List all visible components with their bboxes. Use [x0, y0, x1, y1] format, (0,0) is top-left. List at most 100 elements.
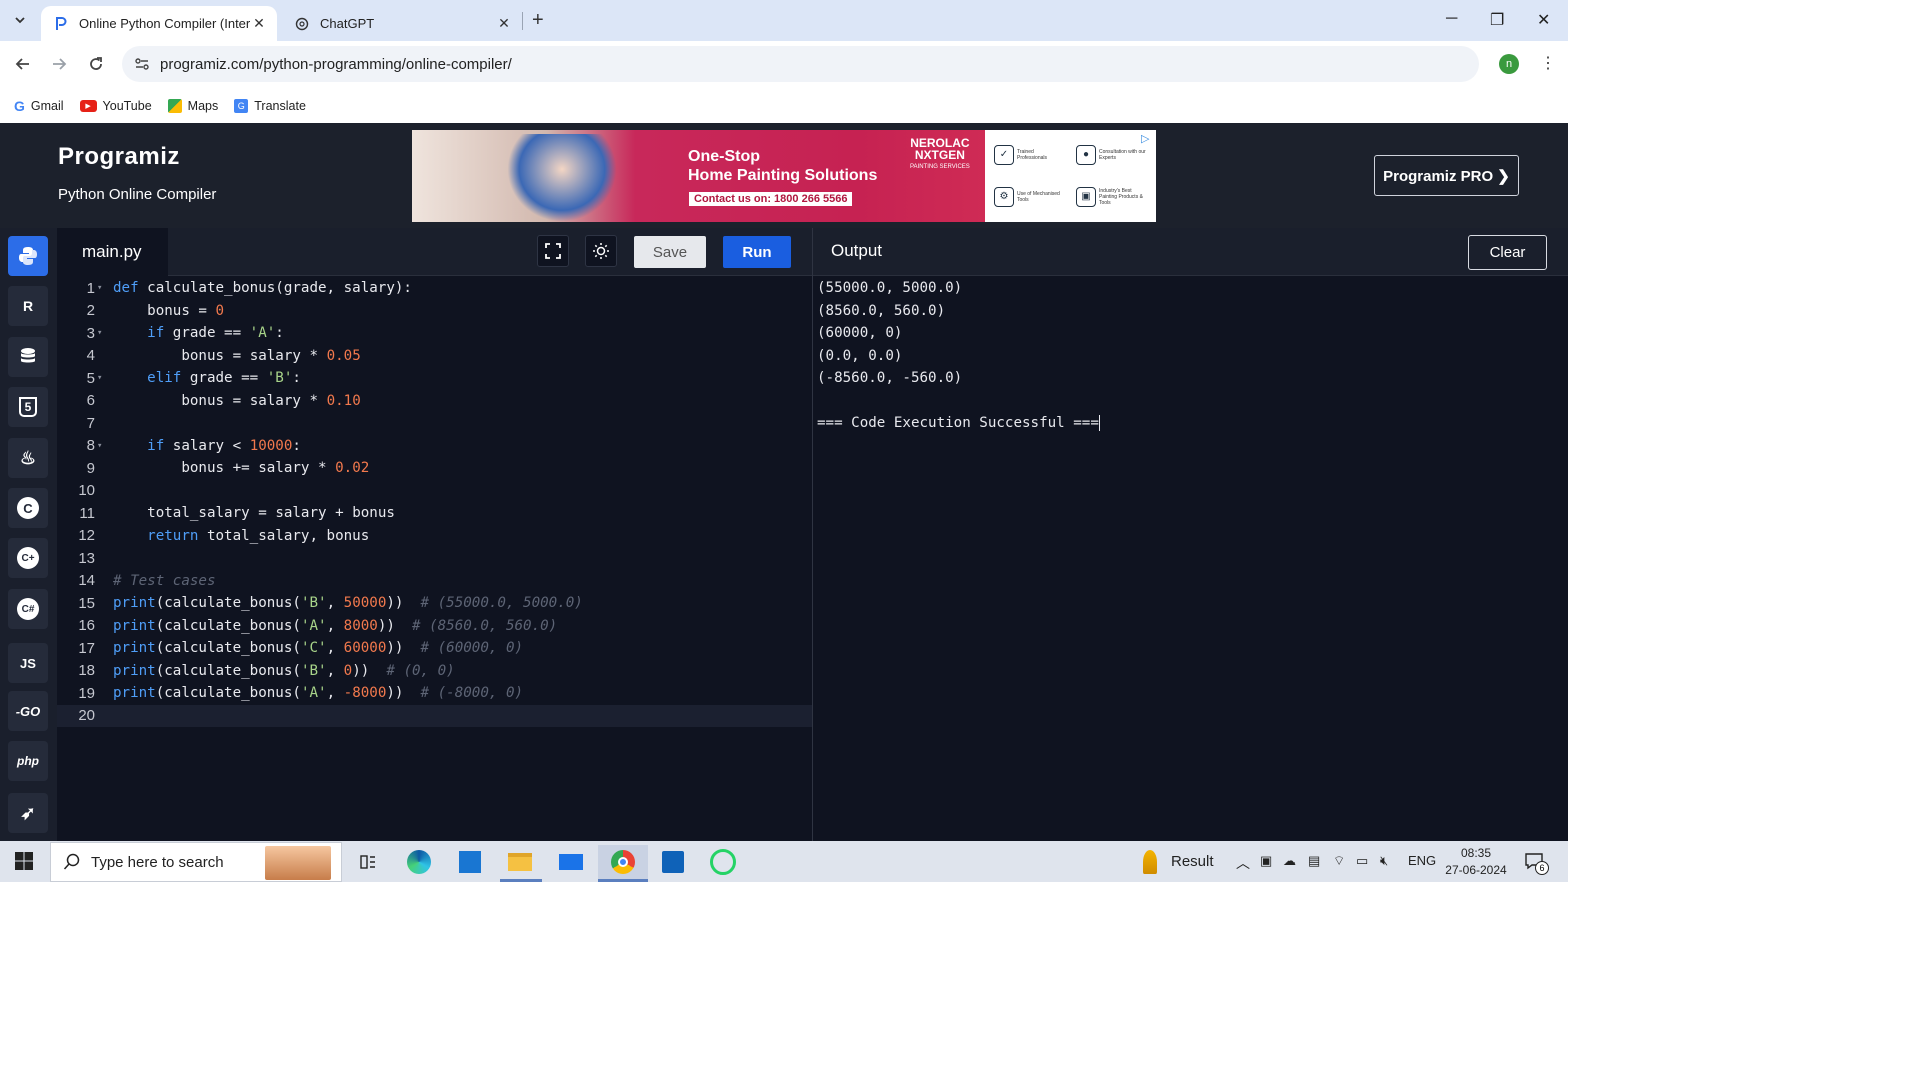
code-token: 'B' [266, 370, 293, 387]
whatsapp-icon[interactable] [703, 845, 743, 879]
code-line[interactable]: 8 ▾ if salary < 10000: [57, 435, 812, 458]
menu-kebab-icon[interactable]: ⋮ [1540, 53, 1556, 73]
fold-arrow-icon[interactable]: ▾ [95, 373, 113, 383]
fold-arrow-icon[interactable]: ▾ [95, 441, 113, 451]
fullscreen-button[interactable] [537, 235, 569, 267]
programiz-logo[interactable]: Programiz [58, 143, 180, 171]
code-line[interactable]: 12 return total_salary, bonus [57, 525, 812, 548]
code-line[interactable]: 10 [57, 480, 812, 503]
battery-icon[interactable]: ▭ [1356, 853, 1368, 869]
advertisement-banner[interactable]: One-Stop Home Painting Solutions Contact… [412, 130, 1156, 222]
code-line[interactable]: 6 bonus = salary * 0.10 [57, 390, 812, 413]
lang-go[interactable]: -GO [8, 691, 48, 731]
code-line[interactable]: 14 # Test cases [57, 570, 812, 593]
code-line[interactable]: 2 bonus = 0 [57, 300, 812, 323]
code-line[interactable]: 5 ▾ elif grade == 'B': [57, 367, 812, 390]
meet-icon[interactable]: ▣ [1260, 853, 1272, 869]
code-line[interactable]: 4 bonus = salary * 0.05 [57, 345, 812, 368]
close-window-button[interactable]: ✕ [1537, 10, 1550, 30]
windows-start-icon[interactable] [14, 851, 34, 874]
programiz-pro-button[interactable]: Programiz PRO ❯ [1374, 155, 1519, 196]
tab-chatgpt[interactable]: ChatGPT ✕ [282, 6, 522, 41]
clock[interactable]: 08:35 27-06-2024 [1444, 845, 1508, 879]
search-highlight-image [265, 846, 331, 880]
lang-html[interactable]: 5 [8, 387, 48, 427]
lang-c[interactable]: C [8, 488, 48, 528]
run-button[interactable]: Run [723, 236, 791, 268]
notification-icon[interactable]: 6 [1524, 852, 1549, 875]
code-line[interactable]: 7 [57, 412, 812, 435]
code-line[interactable]: 20 [57, 704, 812, 727]
code-line[interactable]: 19 print (calculate_bonus('A', -8000)) # (… [57, 682, 812, 705]
bookmark-gmail[interactable]: G Gmail [14, 98, 64, 114]
lang-swift[interactable]: ➶ [8, 793, 48, 833]
new-tab-button[interactable]: + [532, 9, 544, 32]
code-line[interactable]: 11 total_salary = salary + bonus [57, 502, 812, 525]
fold-arrow-icon[interactable]: ▾ [95, 283, 113, 293]
bookmark-maps[interactable]: Maps [167, 98, 218, 113]
lang-js[interactable]: JS [8, 643, 48, 683]
minimize-button[interactable]: ─ [1446, 10, 1457, 28]
line-number: 3 [86, 324, 95, 342]
reload-button[interactable] [85, 53, 107, 75]
mail-icon[interactable] [551, 845, 591, 879]
code-line[interactable]: 1 ▾ def calculate_bonus(grade, salary): [57, 277, 812, 300]
restore-button[interactable]: ❐ [1490, 10, 1504, 30]
code-line[interactable]: 13 [57, 547, 812, 570]
tab-search-button[interactable] [8, 8, 32, 32]
code-line[interactable]: 16 print (calculate_bonus('A', 8000)) # (8… [57, 615, 812, 638]
code-line[interactable]: 17 print (calculate_bonus('C', 60000)) # (… [57, 637, 812, 660]
bookmark-translate[interactable]: G Translate [234, 98, 306, 113]
clear-button[interactable]: Clear [1468, 235, 1547, 270]
profile-avatar[interactable]: n [1499, 54, 1519, 74]
edge-icon[interactable] [399, 845, 439, 879]
close-tab-icon[interactable]: ✕ [251, 15, 267, 32]
lang-php[interactable]: php [8, 741, 48, 781]
lang-csharp[interactable]: C# [8, 589, 48, 629]
taskbar-search[interactable]: Type here to search [50, 842, 342, 882]
code-token: < [232, 437, 250, 454]
lang-java[interactable]: ♨ [8, 438, 48, 478]
store-app-icon[interactable] [450, 845, 490, 879]
microsoft-store-icon[interactable] [653, 845, 693, 879]
programiz-favicon-icon [53, 16, 69, 32]
display-icon[interactable]: ▤ [1308, 853, 1320, 869]
code-line[interactable]: 9 bonus += salary * 0.02 [57, 457, 812, 480]
address-bar[interactable]: programiz.com/python-programming/online-… [122, 46, 1479, 82]
fold-arrow-icon[interactable]: ▾ [95, 328, 113, 338]
lang-cpp[interactable]: C+ [8, 538, 48, 578]
ad-choices-icon[interactable]: ▷ [1141, 132, 1154, 145]
task-view-icon[interactable] [348, 845, 388, 879]
code-line[interactable]: 15 print (calculate_bonus('B', 50000)) # (… [57, 592, 812, 615]
database-icon [21, 348, 35, 363]
result-widget-label[interactable]: Result [1171, 853, 1214, 870]
chevron-up-icon[interactable]: ︿ [1236, 853, 1250, 873]
cloud-icon[interactable]: ☁ [1283, 853, 1296, 869]
result-widget-icon[interactable] [1143, 850, 1157, 874]
tab-python-compiler[interactable]: Online Python Compiler (Interp ✕ [41, 6, 277, 41]
file-explorer-icon[interactable] [500, 845, 540, 879]
lang-r[interactable]: R [8, 286, 48, 326]
wifi-icon[interactable]: ⌔ [1333, 853, 1345, 869]
save-button[interactable]: Save [634, 236, 706, 268]
site-info-icon[interactable] [134, 56, 150, 75]
bookmark-youtube[interactable]: ▶ YouTube [79, 99, 152, 113]
code-line[interactable]: 18 print (calculate_bonus('B', 0)) # (0, 0… [57, 660, 812, 683]
code-token: = [232, 392, 250, 409]
chrome-icon[interactable] [598, 845, 648, 879]
line-number: 20 [78, 707, 95, 725]
output-console[interactable]: (55000.0, 5000.0) (8560.0, 560.0) (60000, … [817, 277, 1100, 435]
forward-button[interactable] [48, 53, 70, 75]
file-tab[interactable]: main.py [57, 228, 168, 276]
back-button[interactable] [12, 53, 34, 75]
code-line[interactable]: 3 ▾ if grade == 'A': [57, 322, 812, 345]
volume-icon[interactable]: 🔇︎ [1380, 853, 1388, 869]
lang-python[interactable] [8, 236, 48, 276]
lang-sql[interactable] [8, 337, 48, 377]
close-tab-icon[interactable]: ✕ [496, 15, 512, 32]
language-indicator[interactable]: ENG [1408, 853, 1436, 868]
code-token: )) [352, 662, 387, 679]
theme-toggle-button[interactable] [585, 235, 617, 267]
code-editor[interactable]: 1 ▾ def calculate_bonus(grade, salary): 2 b… [57, 277, 812, 841]
panel-divider[interactable] [812, 228, 813, 841]
